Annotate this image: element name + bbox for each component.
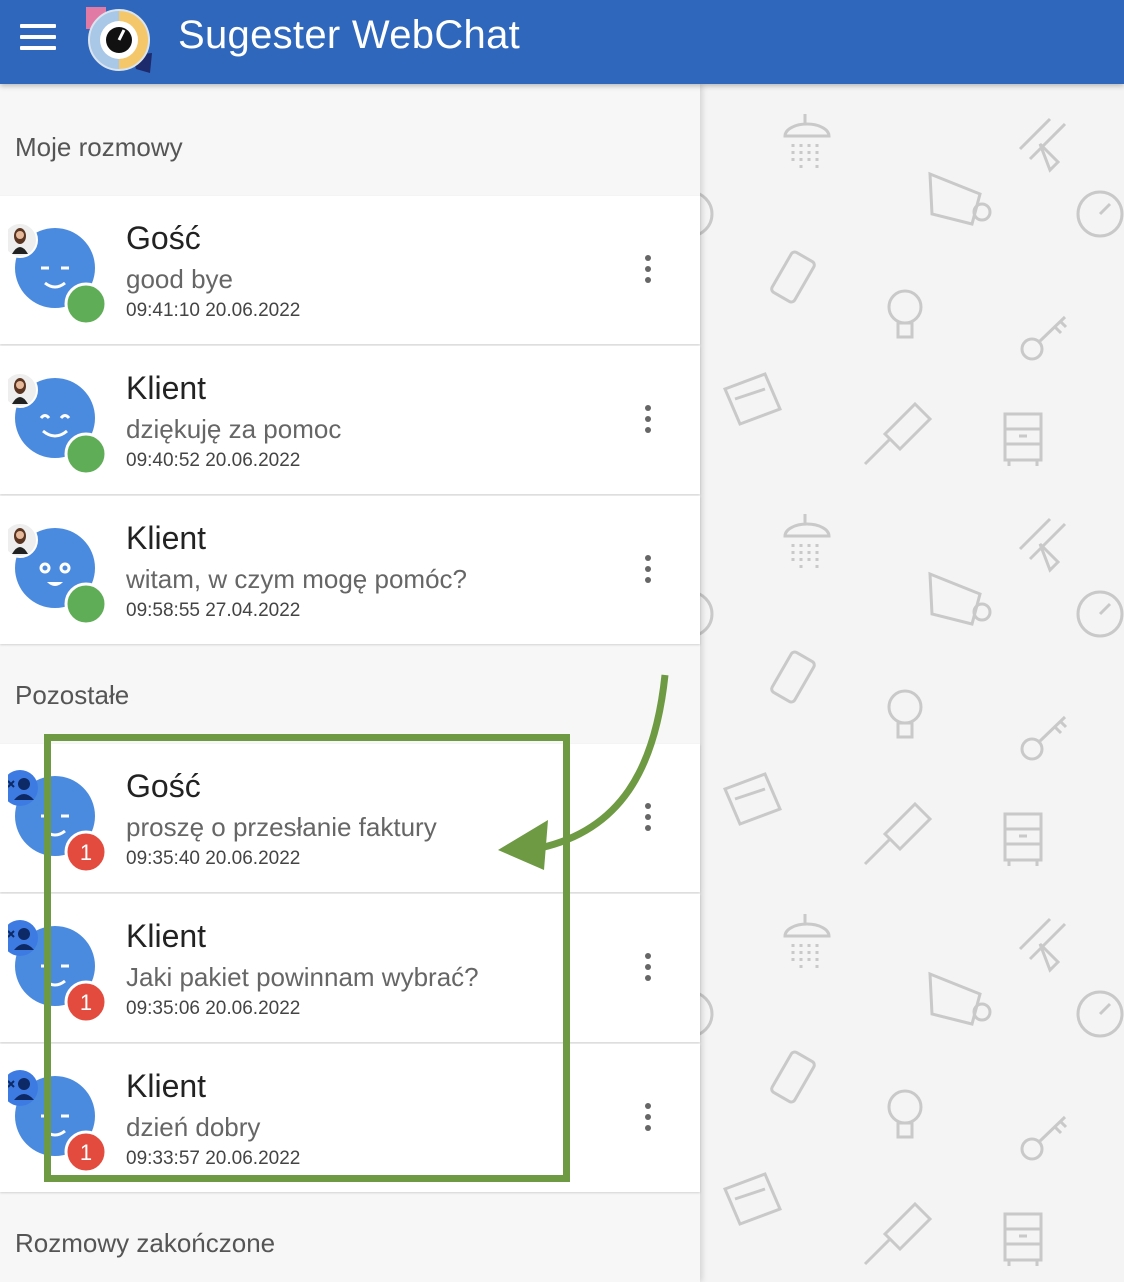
section-title-others: Pozostałe: [15, 680, 130, 710]
conversation-card[interactable]: Gość good bye 09:41:10 20.06.2022: [0, 196, 700, 344]
agent-photo-avatar: [8, 522, 38, 558]
hamburger-menu-icon[interactable]: [20, 24, 56, 50]
conversation-name: Gość: [126, 768, 201, 804]
conversation-name: Klient: [126, 1068, 207, 1104]
more-options-icon[interactable]: [636, 402, 660, 438]
visitor-avatar-icon: 1: [8, 920, 108, 1024]
app-title: Sugester WebChat: [178, 13, 521, 57]
conversation-timestamp: 09:41:10 20.06.2022: [126, 300, 301, 321]
conversation-timestamp: 09:35:06 20.06.2022: [126, 998, 301, 1019]
conversation-last-message: witam, w czym mogę pomóc?: [126, 564, 467, 594]
conversation-name: Gość: [126, 220, 201, 256]
conversation-last-message: proszę o przesłanie faktury: [126, 812, 437, 842]
unread-count-badge: 1: [80, 1140, 92, 1165]
more-options-icon[interactable]: [636, 800, 660, 836]
conversation-timestamp: 09:33:57 20.06.2022: [126, 1148, 301, 1169]
visitor-avatar-icon: 1: [8, 770, 108, 874]
section-title-my-conversations: Moje rozmowy: [15, 132, 183, 162]
conversation-card[interactable]: 1 Gość proszę o przesłanie faktury 09:35:40…: [0, 744, 700, 892]
app-header: Sugester WebChat: [0, 0, 1124, 84]
conversation-name: Klient: [126, 918, 207, 954]
section-title-finished: Rozmowy zakończone: [15, 1228, 276, 1258]
visitor-avatar-icon: 1: [8, 1070, 108, 1174]
conversation-name: Klient: [126, 370, 207, 406]
conversation-card[interactable]: 1 Klient dzień dobry 09:33:57 20.06.2022: [0, 1044, 700, 1192]
conversation-card[interactable]: Klient witam, w czym mogę pomóc? 09:58:55 …: [0, 496, 700, 644]
sugester-logo-icon: [86, 7, 152, 73]
unread-count-badge: 1: [80, 840, 92, 865]
conversation-timestamp: 09:58:55 27.04.2022: [126, 600, 301, 621]
more-options-icon[interactable]: [636, 552, 660, 588]
unread-count-badge: 1: [80, 990, 92, 1015]
visitor-avatar-icon: [8, 372, 108, 476]
conversation-timestamp: 09:35:40 20.06.2022: [126, 848, 301, 869]
conversation-card[interactable]: 1 Klient Jaki pakiet powinnam wybrać? 09:35…: [0, 894, 700, 1042]
conversation-name: Klient: [126, 520, 207, 556]
visitor-avatar-icon: [8, 222, 108, 326]
conversation-last-message: Jaki pakiet powinnam wybrać?: [126, 962, 479, 992]
conversation-timestamp: 09:40:52 20.06.2022: [126, 450, 301, 471]
agent-photo-avatar: [8, 372, 38, 408]
conversation-last-message: dzień dobry: [126, 1112, 261, 1142]
background-pattern: [700, 84, 1124, 1282]
conversation-last-message: good bye: [126, 264, 233, 294]
visitor-avatar-icon: [8, 522, 108, 626]
agent-photo-avatar: [8, 222, 38, 258]
more-options-icon[interactable]: [636, 252, 660, 288]
conversation-last-message: dziękuję za pomoc: [126, 414, 342, 444]
conversation-card[interactable]: Klient dziękuję za pomoc 09:40:52 20.06.20…: [0, 346, 700, 494]
more-options-icon[interactable]: [636, 1100, 660, 1136]
more-options-icon[interactable]: [636, 950, 660, 986]
